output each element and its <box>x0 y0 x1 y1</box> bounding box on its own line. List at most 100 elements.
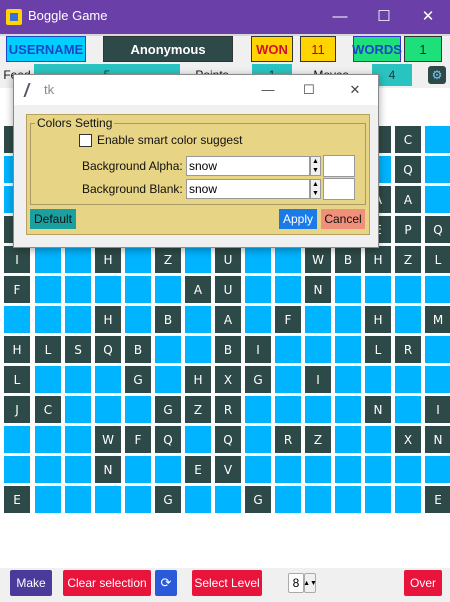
board-tile[interactable] <box>65 396 91 423</box>
board-tile[interactable] <box>425 366 450 393</box>
board-tile[interactable]: Q <box>95 336 121 363</box>
board-tile[interactable] <box>155 276 181 303</box>
board-tile[interactable] <box>425 336 450 363</box>
board-tile[interactable]: N <box>305 276 331 303</box>
board-tile[interactable] <box>425 126 450 153</box>
board-tile[interactable]: Z <box>305 426 331 453</box>
board-tile[interactable]: Z <box>395 246 421 273</box>
bg-blank-input[interactable]: snow <box>186 179 310 199</box>
board-tile[interactable] <box>65 426 91 453</box>
board-tile[interactable] <box>365 366 391 393</box>
board-tile[interactable] <box>65 246 91 273</box>
board-tile[interactable] <box>245 456 271 483</box>
board-tile[interactable] <box>35 456 61 483</box>
board-tile[interactable]: N <box>95 456 121 483</box>
board-tile[interactable] <box>335 336 361 363</box>
bg-blank-spin-icon[interactable]: ▲ ▼ <box>310 179 321 199</box>
board-tile[interactable] <box>365 426 391 453</box>
board-tile[interactable]: F <box>125 426 151 453</box>
board-tile[interactable]: N <box>425 426 450 453</box>
board-tile[interactable] <box>35 426 61 453</box>
board-tile[interactable]: W <box>305 246 331 273</box>
board-tile[interactable]: F <box>275 306 301 333</box>
board-tile[interactable] <box>185 306 211 333</box>
board-tile[interactable] <box>275 486 301 513</box>
board-tile[interactable]: G <box>155 486 181 513</box>
board-tile[interactable]: A <box>185 276 211 303</box>
board-tile[interactable]: A <box>215 306 241 333</box>
board-tile[interactable]: R <box>395 336 421 363</box>
make-button[interactable]: Make <box>10 570 52 596</box>
bg-alpha-spin-icon[interactable]: ▲ ▼ <box>310 156 321 176</box>
board-tile[interactable] <box>65 306 91 333</box>
board-tile[interactable]: P <box>395 216 421 243</box>
board-tile[interactable] <box>185 246 211 273</box>
board-tile[interactable]: B <box>125 336 151 363</box>
board-tile[interactable] <box>275 456 301 483</box>
board-tile[interactable]: E <box>425 486 450 513</box>
board-tile[interactable] <box>425 186 450 213</box>
smart-color-checkbox[interactable] <box>79 134 92 147</box>
board-tile[interactable] <box>395 276 421 303</box>
board-tile[interactable] <box>305 336 331 363</box>
board-tile[interactable] <box>245 396 271 423</box>
board-tile[interactable]: X <box>215 366 241 393</box>
board-tile[interactable] <box>425 156 450 183</box>
board-tile[interactable] <box>95 366 121 393</box>
board-tile[interactable] <box>245 276 271 303</box>
board-tile[interactable] <box>395 306 421 333</box>
board-tile[interactable] <box>4 306 30 333</box>
board-tile[interactable]: Q <box>395 156 421 183</box>
settings-gear-icon[interactable]: ⚙ <box>428 66 446 84</box>
cancel-button[interactable]: Cancel <box>321 209 365 229</box>
board-tile[interactable] <box>305 396 331 423</box>
board-tile[interactable] <box>365 456 391 483</box>
board-tile[interactable]: H <box>4 336 30 363</box>
board-tile[interactable] <box>95 276 121 303</box>
close-button[interactable]: ✕ <box>414 4 442 30</box>
board-tile[interactable] <box>155 336 181 363</box>
maximize-button[interactable]: ☐ <box>370 4 398 30</box>
board-tile[interactable]: X <box>395 426 421 453</box>
board-tile[interactable] <box>35 366 61 393</box>
board-tile[interactable] <box>245 306 271 333</box>
board-tile[interactable]: Q <box>155 426 181 453</box>
dialog-close-button[interactable]: ✕ <box>344 79 366 101</box>
board-tile[interactable] <box>95 486 121 513</box>
board-tile[interactable]: C <box>35 396 61 423</box>
board-tile[interactable]: B <box>335 246 361 273</box>
board-tile[interactable] <box>185 336 211 363</box>
board-tile[interactable]: S <box>65 336 91 363</box>
board-tile[interactable] <box>35 246 61 273</box>
board-tile[interactable]: U <box>215 246 241 273</box>
level-spin-arrows-icon[interactable]: ▲▼ <box>303 573 317 593</box>
board-tile[interactable] <box>4 456 30 483</box>
board-tile[interactable]: L <box>4 366 30 393</box>
board-tile[interactable] <box>35 276 61 303</box>
board-tile[interactable] <box>305 456 331 483</box>
level-spinbox[interactable]: 8 <box>288 573 304 593</box>
board-tile[interactable]: G <box>245 486 271 513</box>
bg-alpha-input[interactable]: snow <box>186 156 310 176</box>
board-tile[interactable] <box>65 456 91 483</box>
board-tile[interactable] <box>185 426 211 453</box>
board-tile[interactable] <box>395 456 421 483</box>
board-tile[interactable]: E <box>185 456 211 483</box>
board-tile[interactable] <box>365 276 391 303</box>
board-tile[interactable]: B <box>215 336 241 363</box>
board-tile[interactable] <box>335 456 361 483</box>
board-tile[interactable] <box>245 426 271 453</box>
board-tile[interactable]: Z <box>185 396 211 423</box>
board-tile[interactable] <box>215 486 241 513</box>
board-tile[interactable] <box>125 246 151 273</box>
board-tile[interactable] <box>245 246 271 273</box>
board-tile[interactable] <box>125 276 151 303</box>
clear-selection-button[interactable]: Clear selection <box>63 570 151 596</box>
board-tile[interactable] <box>365 486 391 513</box>
board-tile[interactable] <box>65 276 91 303</box>
board-tile[interactable]: N <box>365 396 391 423</box>
board-tile[interactable] <box>185 486 211 513</box>
board-tile[interactable] <box>275 276 301 303</box>
default-button[interactable]: Default <box>30 209 76 229</box>
board-tile[interactable]: R <box>275 426 301 453</box>
